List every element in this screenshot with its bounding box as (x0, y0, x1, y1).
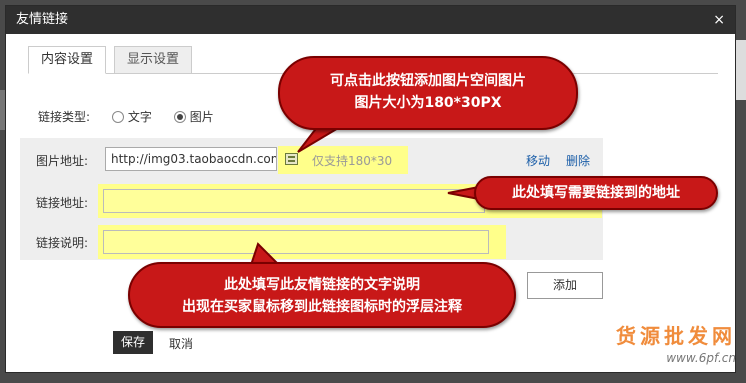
callout-link-address-text: 此处填写需要链接到的地址 (512, 185, 680, 201)
radio-image-label: 图片 (189, 110, 214, 124)
callout-link-description: 此处填写此友情链接的文字说明 出现在买家鼠标移到此链接图标时的浮层注释 (128, 262, 516, 328)
close-icon[interactable]: × (713, 6, 725, 34)
callout-image-button: 可点击此按钮添加图片空间图片 图片大小为180*30PX (278, 56, 578, 130)
callout-image-line2: 图片大小为180*30PX (354, 95, 502, 111)
add-button[interactable]: 添加 (527, 272, 603, 299)
image-picker-highlight: 仅支持180*30 (278, 146, 408, 174)
link-address-label: 链接地址: (36, 196, 89, 210)
link-description-label: 链接说明: (36, 236, 89, 250)
move-link[interactable]: 移动 (526, 152, 550, 169)
site-watermark: 货源批发网 www.6pf.cn (616, 320, 736, 365)
link-type-label: 链接类型: (38, 110, 91, 124)
link-address-input[interactable] (103, 189, 485, 213)
screen: 友情链接 × 内容设置 显示设置 链接类型: 文字 图片 图片地址: http:… (0, 0, 746, 383)
image-space-icon[interactable] (285, 153, 298, 165)
callout-link-address: 此处填写需要链接到的地址 (474, 176, 718, 210)
save-button[interactable]: 保存 (113, 331, 153, 354)
radio-text-option[interactable]: 文字 (94, 108, 152, 125)
link-description-input[interactable] (103, 230, 489, 254)
image-size-hint: 仅支持180*30 (312, 154, 393, 168)
radio-image-option[interactable]: 图片 (156, 108, 214, 125)
link-description-highlight (98, 225, 506, 259)
tab-content-settings[interactable]: 内容设置 (28, 46, 107, 74)
image-address-input[interactable]: http://img03.taobaocdn.com/ (105, 147, 277, 171)
image-address-label: 图片地址: (36, 154, 89, 168)
callout-desc-line2: 出现在买家鼠标移到此链接图标时的浮层注释 (182, 299, 462, 315)
watermark-url: www.6pf.cn (666, 351, 736, 365)
watermark-cn: 货源批发网 (616, 324, 736, 348)
link-type-row: 链接类型: 文字 图片 (38, 108, 214, 125)
callout-image-line1: 可点击此按钮添加图片空间图片 (330, 73, 526, 89)
radio-text[interactable] (111, 111, 124, 123)
dialog-title: 友情链接 (16, 12, 69, 27)
radio-text-label: 文字 (127, 110, 152, 124)
callout-desc-line1: 此处填写此友情链接的文字说明 (224, 277, 420, 293)
dialog-titlebar: 友情链接 × (6, 6, 735, 34)
radio-image[interactable] (173, 111, 186, 123)
cancel-button[interactable]: 取消 (169, 335, 193, 352)
delete-link[interactable]: 删除 (566, 152, 590, 169)
tab-display-settings[interactable]: 显示设置 (114, 46, 193, 74)
